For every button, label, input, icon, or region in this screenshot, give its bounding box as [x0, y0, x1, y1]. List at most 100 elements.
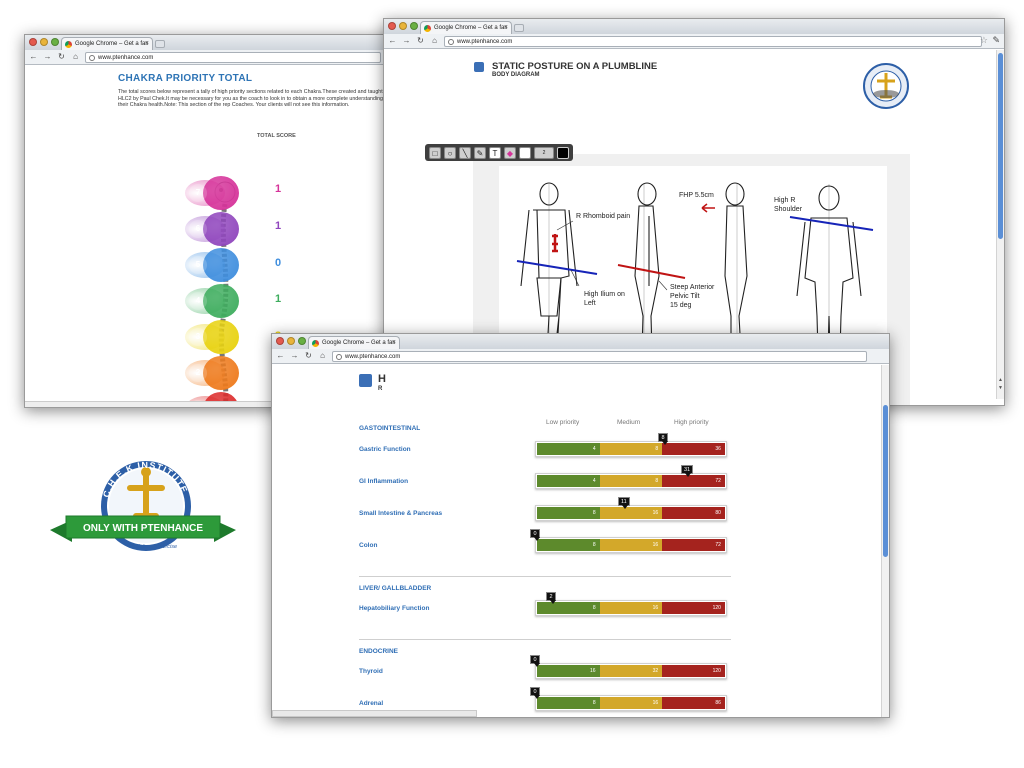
rhomboid-annotation: R Rhomboid pain: [576, 213, 630, 220]
ilium-annotation-line1: High Ilium on: [584, 291, 625, 298]
chakra-item: 6: [185, 212, 239, 246]
home-icon[interactable]: ⌂: [318, 349, 327, 363]
new-tab-button[interactable]: [155, 40, 165, 48]
browser-tab[interactable]: Google Chrome – Get a fas ×: [308, 336, 400, 349]
vertical-scroll-thumb[interactable]: [998, 53, 1003, 239]
low-segment: 8: [537, 697, 600, 709]
scroll-up-arrow-icon[interactable]: ▲: [998, 377, 1003, 383]
medium-segment: 16: [599, 602, 663, 614]
title-bar: Google Chrome – Get a fas ×: [25, 35, 403, 50]
address-bar[interactable]: www.ptenhance.com: [444, 35, 982, 47]
text-tool-icon[interactable]: T: [489, 146, 501, 159]
vertical-scrollbar[interactable]: [881, 365, 889, 717]
priority-row-label[interactable]: Gastric Function: [359, 446, 411, 453]
priority-bar: 4 8 72: [535, 473, 727, 489]
priority-row-label[interactable]: Thyroid: [359, 668, 383, 675]
address-url: www.ptenhance.com: [345, 353, 401, 360]
minimize-window-button[interactable]: [399, 22, 407, 30]
chakra-number: 5: [189, 256, 207, 274]
stroke-size-select[interactable]: 2: [534, 146, 554, 159]
chakra-total-score: 0: [275, 257, 282, 269]
line-tool-icon[interactable]: ╲: [459, 146, 471, 159]
close-tab-icon[interactable]: ×: [392, 337, 396, 349]
page-subtitle: R: [378, 386, 383, 392]
page-title: STATIC POSTURE ON A PLUMBLINE: [492, 61, 658, 72]
bookmark-star-icon[interactable]: ☆: [980, 35, 988, 46]
priority-row-label[interactable]: Small Intestine & Pancreas: [359, 510, 442, 517]
minimize-window-button[interactable]: [40, 38, 48, 46]
reload-icon[interactable]: ↻: [304, 349, 313, 363]
chakra-item: 7: [185, 176, 239, 210]
chakra-orb: [203, 284, 239, 318]
close-tab-icon[interactable]: ×: [504, 22, 508, 34]
chakra-item: 3: [185, 320, 239, 354]
score-marker: 31: [681, 465, 694, 477]
forward-arrow-icon[interactable]: →: [43, 50, 52, 64]
screenshot-stage: Google Chrome – Get a fas × ← → ↻ ⌂ www.p…: [0, 0, 1024, 768]
address-bar[interactable]: www.ptenhance.com: [332, 350, 867, 362]
browser-toolbar: ← → ↻ ⌂ www.ptenhance.com ☆ ✎: [384, 34, 1004, 49]
new-tab-button[interactable]: [514, 24, 524, 32]
close-tab-icon[interactable]: ×: [145, 38, 149, 50]
close-window-button[interactable]: [276, 337, 284, 345]
forward-arrow-icon[interactable]: →: [290, 349, 299, 363]
chakra-item: 5: [185, 248, 239, 282]
title-bar: Google Chrome – Get a fas ×: [272, 334, 889, 349]
home-icon[interactable]: ⌂: [71, 50, 80, 64]
medium-segment: 8: [599, 475, 663, 487]
chakra-description: The total scores below represent a tally…: [118, 89, 389, 109]
section-title: LIVER/ GALLBLADDER: [359, 585, 432, 592]
page-type-icon: [359, 374, 372, 387]
section-title: ENDOCRINE: [359, 648, 399, 655]
scroll-down-arrow-icon[interactable]: ▼: [998, 385, 1003, 391]
vertical-scroll-thumb[interactable]: [883, 405, 888, 557]
chakra-total-score: 1: [275, 220, 282, 232]
back-arrow-icon[interactable]: ←: [29, 50, 38, 64]
rectangle-tool-icon[interactable]: □: [429, 146, 441, 159]
chrome-favicon-icon: [424, 25, 431, 32]
browser-tab[interactable]: Google Chrome – Get a fas ×: [61, 37, 153, 50]
reload-icon[interactable]: ↻: [416, 34, 425, 48]
priority-row-label[interactable]: GI Inflammation: [359, 478, 408, 485]
address-url: www.ptenhance.com: [98, 54, 154, 61]
zoom-window-button[interactable]: [51, 38, 59, 46]
shoulder-annotation-line2: Shoulder: [774, 206, 803, 213]
pencil-tool-icon[interactable]: ✎: [474, 146, 486, 159]
chek-institute-logo: [863, 63, 909, 109]
zoom-window-button[interactable]: [410, 22, 418, 30]
priority-page: H R Low priority Medium High priority GA…: [272, 365, 889, 717]
minimize-window-button[interactable]: [287, 337, 295, 345]
close-window-button[interactable]: [388, 22, 396, 30]
eraser-tool-icon[interactable]: ◆: [504, 146, 516, 159]
priority-row-label[interactable]: Colon: [359, 542, 377, 549]
horizontal-scrollbar[interactable]: [272, 710, 477, 717]
high-segment: 120: [662, 602, 725, 614]
back-arrow-icon[interactable]: ←: [388, 34, 397, 48]
reload-icon[interactable]: ↻: [57, 50, 66, 64]
high-segment: 80: [662, 507, 725, 519]
close-window-button[interactable]: [29, 38, 37, 46]
title-bar: Google Chrome – Get a fas ×: [384, 19, 1004, 34]
priority-row-label[interactable]: Hepatobiliary Function: [359, 605, 429, 612]
medium-segment: 32: [599, 665, 663, 677]
chakra-number: 2: [189, 364, 207, 382]
chek-institute-badge: C.H.E.K INSTITUTE ONLY WITH PTENHANCE Ho…: [50, 460, 236, 551]
priority-row-label[interactable]: Adrenal: [359, 700, 383, 707]
forward-arrow-icon[interactable]: →: [402, 34, 411, 48]
score-marker: 0: [530, 655, 540, 667]
zoom-window-button[interactable]: [298, 337, 306, 345]
ellipse-tool-icon[interactable]: ○: [444, 146, 456, 159]
home-icon[interactable]: ⌂: [430, 34, 439, 48]
page-subtitle: BODY DIAGRAM: [492, 72, 540, 78]
priority-bar: 4 8 36: [535, 441, 727, 457]
priority-bar: 8 16 80: [535, 505, 727, 521]
low-segment: 16: [537, 665, 600, 677]
address-bar[interactable]: www.ptenhance.com: [85, 51, 381, 63]
fill-color-swatch[interactable]: [519, 146, 531, 159]
browser-tab[interactable]: Google Chrome – Get a fas ×: [420, 21, 512, 34]
chakra-orb: [203, 176, 239, 210]
wrench-menu-icon[interactable]: ✎: [992, 35, 1000, 46]
stroke-color-swatch[interactable]: [557, 146, 569, 159]
priority-bar: 8 16 86: [535, 695, 727, 711]
back-arrow-icon[interactable]: ←: [276, 349, 285, 363]
